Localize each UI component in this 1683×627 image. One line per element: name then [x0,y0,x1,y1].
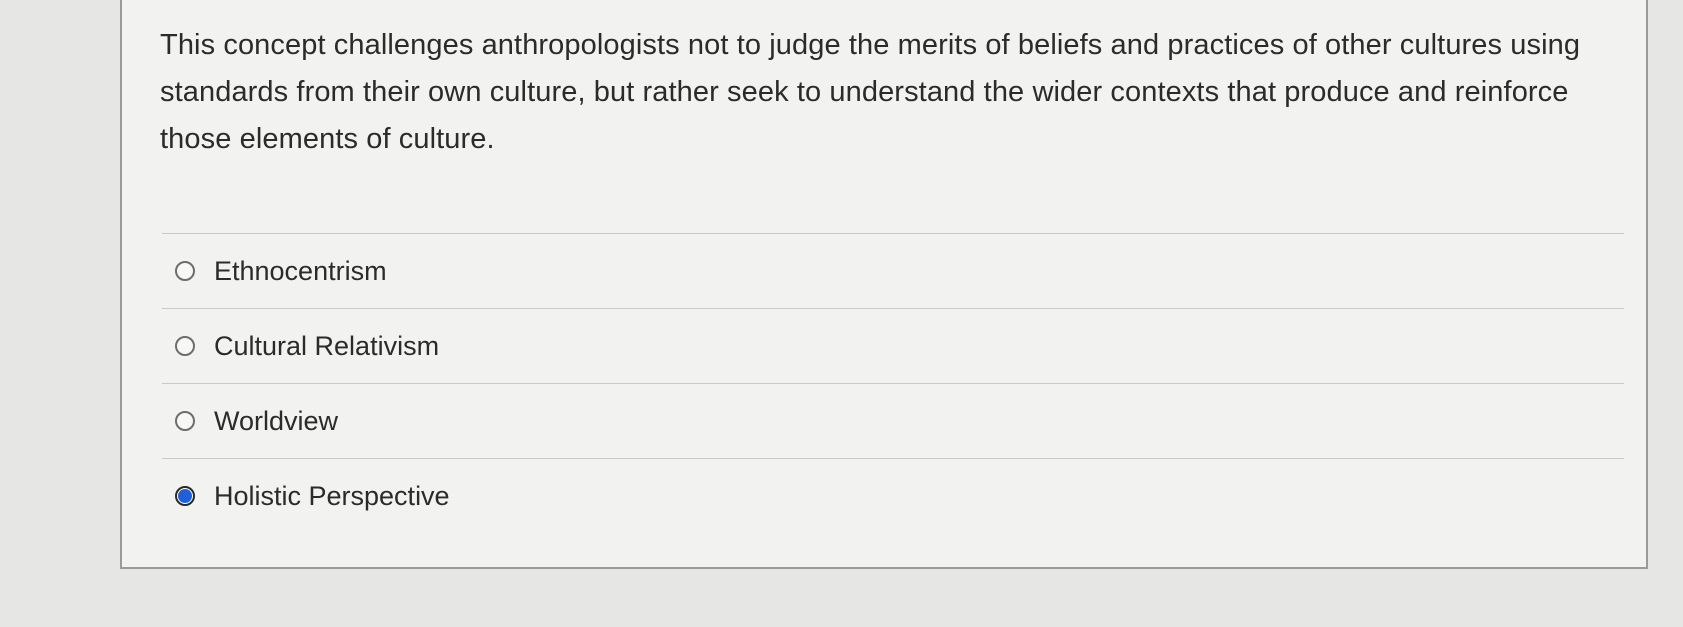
answer-label: Cultural Relativism [214,330,440,361]
answer-label: Ethnocentrism [214,255,387,286]
answer-option-holistic-perspective[interactable]: Holistic Perspective [162,458,1624,533]
answer-option-ethnocentrism[interactable]: Ethnocentrism [162,233,1624,308]
radio-button-icon[interactable] [175,261,195,281]
answer-label: Worldview [214,405,339,436]
answer-option-worldview[interactable]: Worldview [162,383,1624,458]
question-text: This concept challenges anthropologists … [160,29,1581,155]
radio-button-selected-icon[interactable] [175,486,195,506]
answer-label: Holistic Perspective [214,480,450,511]
radio-button-icon[interactable] [175,411,195,431]
answer-list: Ethnocentrism Cultural Relativism Worldv… [162,233,1624,533]
answer-option-cultural-relativism[interactable]: Cultural Relativism [162,308,1624,383]
radio-button-icon[interactable] [175,336,195,356]
question-card: This concept challenges anthropologists … [120,0,1648,569]
